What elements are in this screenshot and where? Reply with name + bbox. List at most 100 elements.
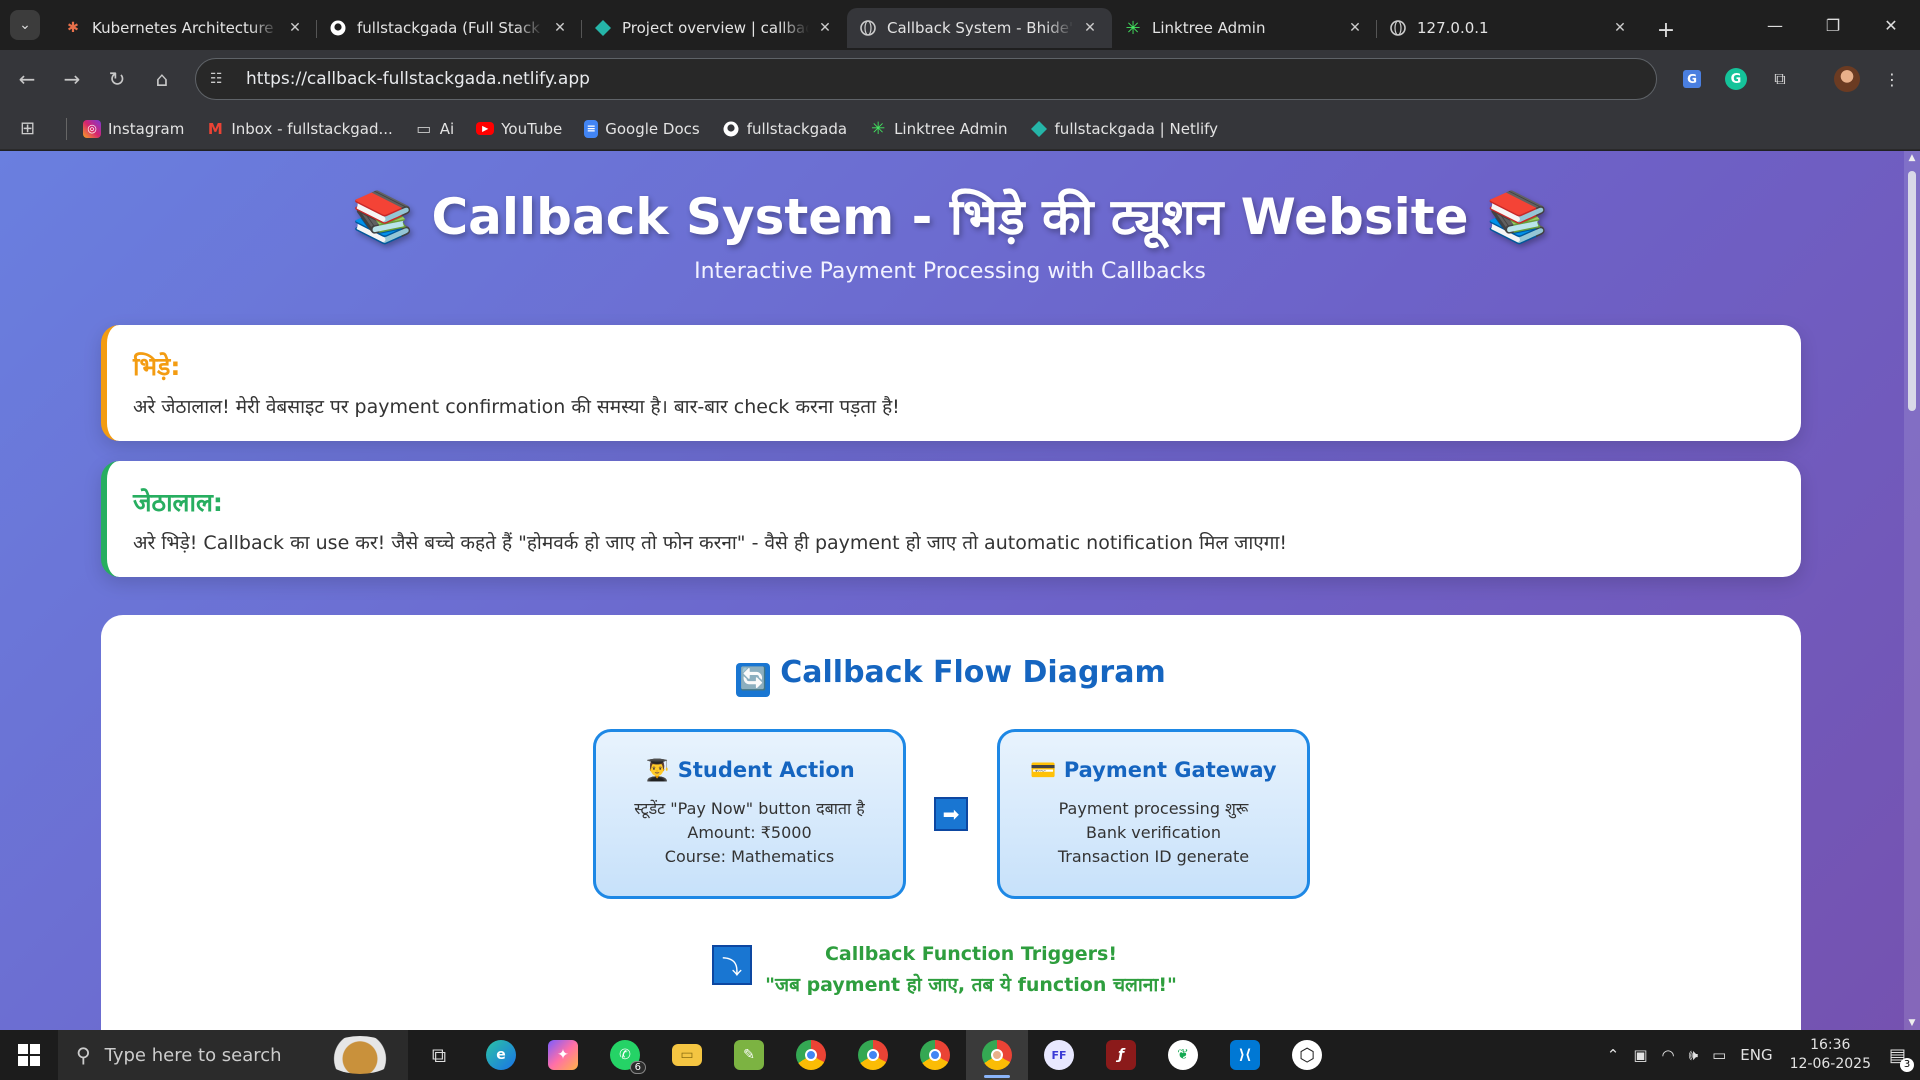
bookmark-folder-ai[interactable]: ▭ Ai (415, 119, 454, 138)
wifi-icon[interactable]: ◠ (1662, 1046, 1675, 1064)
taskbar-chrome-profile-3[interactable] (904, 1030, 966, 1080)
clock[interactable]: 16:36 12-06-2025 (1790, 1036, 1871, 1074)
arrow-right-icon: ➡ (934, 797, 968, 831)
page-scrollbar[interactable]: ▲ ▼ (1904, 151, 1920, 1030)
reload-button[interactable]: ↻ (102, 64, 132, 94)
scrollbar-thumb[interactable] (1908, 171, 1916, 411)
close-icon[interactable]: ✕ (815, 20, 835, 36)
windows-taskbar: ⚲ Type here to search ⧉ e ✦ ✆ 6 ▭ ✎ FF ƒ … (0, 1030, 1920, 1080)
youtube-icon: ▶ (476, 122, 495, 135)
taskbar-app-hex[interactable]: ⬡ (1276, 1030, 1338, 1080)
taskbar-ffdec[interactable]: FF (1028, 1030, 1090, 1080)
new-tab-button[interactable]: + (1648, 12, 1684, 48)
translate-extension[interactable]: G (1676, 63, 1708, 95)
flow-box-line: Amount: ₹5000 (687, 823, 812, 842)
browser-tab[interactable]: ✳ Linktree Admin ✕ (1112, 8, 1377, 48)
grammarly-extension[interactable]: G (1720, 63, 1752, 95)
whatsapp-badge: 6 (629, 1061, 646, 1074)
scroll-down-icon[interactable]: ▼ (1904, 1018, 1920, 1028)
search-icon: ⚲ (76, 1043, 91, 1067)
dialog-text: अरे भिड़े! Callback का use कर! जैसे बच्च… (133, 532, 1288, 554)
close-icon[interactable]: ✕ (1610, 20, 1630, 36)
site-settings-icon[interactable]: ☷ (210, 71, 232, 87)
notification-count: 3 (1900, 1057, 1914, 1072)
bookmark-github[interactable]: fullstackgada (722, 120, 847, 138)
browser-tab[interactable]: 127.0.0.1 ✕ (1377, 8, 1642, 48)
forward-button[interactable]: → (57, 64, 87, 94)
bookmark-youtube[interactable]: ▶ YouTube (476, 120, 562, 138)
chrome-icon (982, 1040, 1012, 1070)
back-button[interactable]: ← (12, 64, 42, 94)
meet-icon[interactable]: ▣ (1633, 1046, 1647, 1064)
menu-button[interactable]: ⋮ (1876, 63, 1908, 95)
close-icon: ✕ (1884, 15, 1898, 35)
taskbar-whatsapp[interactable]: ✆ 6 (594, 1030, 656, 1080)
taskbar-file-explorer[interactable]: ▭ (656, 1030, 718, 1080)
docs-icon: ≡ (584, 119, 599, 138)
tab-search-button[interactable]: ⌄ (10, 10, 40, 40)
battery-icon[interactable]: ▭ (1712, 1046, 1726, 1064)
system-tray: ⌃ ▣ ◠ 🕪 ▭ ENG 16:36 12-06-2025 ▤ 3 (1600, 1030, 1920, 1080)
chevron-up-icon[interactable]: ⌃ (1607, 1046, 1620, 1064)
scroll-up-icon[interactable]: ▲ (1904, 153, 1920, 163)
close-icon[interactable]: ✕ (550, 20, 570, 36)
close-window-button[interactable]: ✕ (1862, 0, 1920, 50)
tab-title: Linktree Admin (1152, 19, 1266, 37)
profile-avatar[interactable] (1831, 63, 1863, 95)
clock-time: 16:36 (1810, 1037, 1851, 1053)
bookmarks-bar: ⊞ ◎ Instagram M Inbox - fullstackgad... ▭ A… (0, 108, 1920, 150)
tab-title: Project overview | callback (622, 19, 809, 37)
dialog-bhide: भिड़े: अरे जेठालाल! मेरी वेबसाइट पर paym… (101, 325, 1801, 441)
taskbar-flash[interactable]: ƒ (1090, 1030, 1152, 1080)
close-icon[interactable]: ✕ (285, 20, 305, 36)
github-icon (722, 120, 740, 138)
taskbar-search[interactable]: ⚲ Type here to search (58, 1030, 408, 1080)
taskbar-vscode[interactable]: ⟩⟨ (1214, 1030, 1276, 1080)
translate-icon: G (1683, 70, 1701, 88)
edge-icon: e (486, 1040, 516, 1070)
notifications-button[interactable]: ▤ 3 (1889, 1045, 1914, 1072)
extensions-button[interactable]: ⧉ (1764, 63, 1796, 95)
home-button[interactable]: ⌂ (147, 64, 177, 94)
asterisk-icon: ✱ (67, 20, 79, 36)
callback-trigger-note: Callback Function Triggers! "जब payment … (761, 943, 1181, 997)
task-view-button[interactable]: ⧉ (408, 1030, 470, 1080)
minimize-button[interactable]: — (1746, 0, 1804, 50)
apps-icon[interactable]: ⊞ (20, 118, 44, 139)
ffdec-icon: FF (1044, 1040, 1074, 1070)
browser-tab-active[interactable]: Callback System - Bhide's T ✕ (847, 8, 1112, 48)
bookmark-gmail[interactable]: M Inbox - fullstackgad... (206, 120, 393, 138)
tab-title: Callback System - Bhide's T (887, 19, 1074, 37)
language-indicator[interactable]: ENG (1740, 1046, 1772, 1064)
taskbar-chrome-profile-2[interactable] (842, 1030, 904, 1080)
flow-box-student-action: 👨‍🎓 Student Action स्टूडेंट "Pay Now" bu… (593, 729, 906, 899)
taskbar-mongodb[interactable]: ❦ (1152, 1030, 1214, 1080)
bookmark-google-docs[interactable]: ≡ Google Docs (584, 119, 700, 138)
start-button[interactable] (0, 1030, 58, 1080)
address-bar[interactable]: ☷ https://callback-fullstackgada.netlify… (195, 58, 1657, 100)
taskbar-notepad[interactable]: ✎ (718, 1030, 780, 1080)
flow-box-line: Bank verification (1086, 823, 1221, 842)
volume-icon[interactable]: 🕪 (1689, 1046, 1698, 1064)
close-icon[interactable]: ✕ (1080, 20, 1100, 36)
copilot-icon: ✦ (548, 1040, 578, 1070)
browser-tab[interactable]: fullstackgada (Full Stack Ga ✕ (317, 8, 582, 48)
tab-title: fullstackgada (Full Stack Ga (357, 19, 544, 37)
close-icon[interactable]: ✕ (1345, 20, 1365, 36)
page-subtitle: Interactive Payment Processing with Call… (694, 259, 1206, 284)
chrome-icon (858, 1040, 888, 1070)
instagram-icon: ◎ (83, 119, 101, 138)
taskbar-copilot[interactable]: ✦ (532, 1030, 594, 1080)
linktree-icon: ✳ (870, 118, 886, 139)
bookmark-linktree[interactable]: ✳ Linktree Admin (869, 118, 1008, 139)
taskbar-chrome-active[interactable] (966, 1030, 1028, 1080)
restore-button[interactable]: ❐ (1804, 0, 1862, 50)
refresh-icon: 🔄 (736, 663, 771, 697)
bookmark-instagram[interactable]: ◎ Instagram (83, 119, 184, 138)
taskbar-edge[interactable]: e (470, 1030, 532, 1080)
bookmark-netlify[interactable]: fullstackgada | Netlify (1030, 120, 1218, 138)
browser-tab[interactable]: ✱ Kubernetes Architecture D ✕ (52, 8, 317, 48)
taskbar-chrome[interactable] (780, 1030, 842, 1080)
tab-list: ✱ Kubernetes Architecture D ✕ fullstackg… (52, 6, 1684, 50)
browser-tab[interactable]: Project overview | callback ✕ (582, 8, 847, 48)
